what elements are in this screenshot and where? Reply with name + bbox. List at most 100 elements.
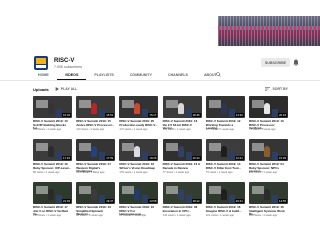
speaker-figure bbox=[48, 146, 54, 157]
video-thumbnail[interactable]: 17:59 bbox=[76, 139, 116, 161]
video-duration: 15:17 bbox=[148, 113, 158, 117]
tab-channels[interactable]: CHANNELS bbox=[160, 70, 196, 80]
video-card[interactable]: 20:18 RISC-V Summit 2019: 10 RISC-V Proce… bbox=[249, 96, 288, 139]
podium bbox=[185, 109, 192, 117]
video-card[interactable]: 21:03 RISC-V Summit 2019: 17 Job 3 on RIS… bbox=[33, 182, 72, 225]
video-meta: 136 views • 1 week ago bbox=[33, 214, 62, 217]
slide-screen bbox=[122, 186, 135, 194]
video-duration: 16:04 bbox=[62, 113, 71, 117]
search-icon[interactable] bbox=[216, 72, 221, 77]
video-title[interactable]: RISC-V Summit 2019: 20 Production-ready … bbox=[119, 119, 158, 127]
video-thumbnail[interactable]: 18:12 bbox=[162, 182, 202, 204]
banner-image bbox=[218, 16, 320, 46]
video-meta: 176 views • 1 week ago bbox=[119, 171, 148, 174]
video-thumbnail[interactable]: 19:26 bbox=[119, 139, 159, 161]
video-thumbnail[interactable]: 15:17 bbox=[119, 96, 159, 118]
video-card[interactable]: 16:51 RISC-V Summit 2019: 15 Andes RISC-V… bbox=[76, 96, 116, 139]
video-card[interactable]: 16:04 RISC-V Summit 2019: 10 SoC/IP Build… bbox=[33, 96, 72, 139]
video-thumbnail[interactable]: 16:04 bbox=[33, 96, 72, 118]
video-thumbnail[interactable]: 12:21 bbox=[205, 139, 245, 161]
video-thumbnail[interactable]: 20:18 bbox=[249, 96, 288, 118]
video-card[interactable]: 19:26 RISC-V Summit 2019: 16 SiFive's Vis… bbox=[119, 139, 159, 182]
video-duration: 17:59 bbox=[105, 156, 115, 160]
video-thumbnail[interactable]: 13:58 bbox=[119, 182, 159, 204]
play-all-button[interactable]: PLAY ALL bbox=[55, 87, 77, 91]
video-card[interactable]: 19:47 RISC-V Summit 2019: 10 Simplified S… bbox=[76, 182, 116, 225]
video-card[interactable]: 20:41 RISC-V Summit 2019: 16 Imagine RISC… bbox=[205, 182, 245, 225]
video-meta: 77 views • 1 week ago bbox=[162, 171, 190, 174]
video-thumbnail[interactable]: 16:44 bbox=[162, 139, 202, 161]
video-duration: 16:44 bbox=[191, 156, 201, 160]
slide-screen bbox=[36, 100, 48, 108]
video-card[interactable]: 16:44 RISC-V Summit 2019: 16 A Decade in … bbox=[162, 139, 202, 182]
video-title[interactable]: RISC-V Summit 2019: 16 A Decade in Revie… bbox=[163, 162, 202, 170]
video-title[interactable]: RISC-V Summit 2019: 06 Innovation in CPU… bbox=[163, 205, 202, 213]
video-duration: 17:22 bbox=[62, 156, 71, 160]
video-meta: 142 views • 1 week ago bbox=[162, 214, 191, 217]
video-card[interactable]: 15:17 RISC-V Summit 2019: 20 Production-r… bbox=[119, 96, 159, 139]
video-thumbnail[interactable]: 18:46 bbox=[162, 96, 202, 118]
video-title[interactable]: RISC-V Summit 2019: 16 SiFive's Vision R… bbox=[119, 162, 158, 170]
slide-screen bbox=[79, 100, 92, 108]
podium bbox=[228, 109, 235, 117]
channel-banner bbox=[0, 0, 320, 54]
video-duration: 13:58 bbox=[148, 199, 158, 203]
speaker-figure bbox=[220, 146, 227, 157]
video-thumbnail[interactable]: 19:47 bbox=[76, 182, 116, 204]
speaker-figure bbox=[134, 103, 141, 114]
video-card[interactable]: 17:59 RISC-V Summit 2019: 17 Western Digi… bbox=[76, 139, 116, 182]
speaker-figure bbox=[91, 103, 98, 114]
channel-header: RISC-V 7.90K subscribers bbox=[34, 55, 82, 71]
video-card[interactable]: 14:55 RISC-V Summit 2019: 16 Intelligent … bbox=[249, 182, 288, 225]
video-meta: 73 views • 1 week ago bbox=[205, 171, 233, 174]
video-thumbnail[interactable]: 17:22 bbox=[33, 139, 72, 161]
video-title[interactable]: RISC-V Summit 2019: 14 RISC-V Killer Env… bbox=[206, 162, 245, 170]
video-card[interactable]: 13:58 RISC-V Summit 2019: 10 RISC-V For H… bbox=[119, 182, 159, 225]
tab-videos[interactable]: VIDEOS bbox=[56, 70, 87, 80]
video-meta: 113 views • 1 week ago bbox=[76, 128, 105, 131]
podium bbox=[185, 195, 192, 203]
podium bbox=[228, 195, 235, 203]
tab-playlists[interactable]: PLAYLISTS bbox=[86, 70, 121, 80]
video-row: 21:03 RISC-V Summit 2019: 17 Job 3 on RIS… bbox=[33, 182, 288, 225]
video-thumbnail[interactable]: 20:41 bbox=[205, 182, 245, 204]
channel-name[interactable]: RISC-V bbox=[54, 58, 82, 64]
speaker-figure bbox=[264, 146, 270, 157]
speaker-figure bbox=[91, 189, 98, 200]
video-title[interactable]: RISC-V Summit 2019: 16 Imagine RISC-V & … bbox=[206, 205, 245, 213]
video-thumbnail[interactable]: 14:55 bbox=[249, 182, 288, 204]
speaker-figure bbox=[48, 189, 54, 200]
bell-icon[interactable] bbox=[293, 59, 299, 66]
video-card[interactable]: 17:22 RISC-V Summit 2019: 16 Ruby Spoison… bbox=[33, 139, 72, 182]
channel-logo[interactable] bbox=[34, 56, 48, 70]
sort-button[interactable]: SORT BY bbox=[265, 87, 288, 91]
speaker-figure bbox=[48, 103, 54, 114]
video-card[interactable]: 18:46 RISC-V Summit 2019: 16 the 2.0 64-b… bbox=[162, 96, 202, 139]
slide-screen bbox=[165, 143, 178, 151]
video-card[interactable]: 12:21 RISC-V Summit 2019: 14 RISC-V Kille… bbox=[205, 139, 245, 182]
speaker-figure bbox=[91, 146, 98, 157]
speaker-figure bbox=[177, 146, 184, 157]
section-title: Uploads bbox=[33, 86, 49, 92]
video-thumbnail[interactable]: 21:03 bbox=[33, 182, 72, 204]
uploads-header: Uploads PLAY ALL SORT BY bbox=[33, 86, 288, 92]
video-title[interactable]: RISC-V Summit 2019: 16 Ruby Spoison: IXP… bbox=[33, 162, 72, 170]
video-meta: 187 views • 1 week ago bbox=[205, 128, 234, 131]
video-thumbnail[interactable]: 16:51 bbox=[76, 96, 116, 118]
tab-community[interactable]: COMMUNITY bbox=[122, 70, 160, 80]
subscriber-count: 7.90K subscribers bbox=[54, 64, 83, 69]
video-duration: 18:46 bbox=[191, 113, 201, 117]
subscribe-button[interactable]: SUBSCRIBE bbox=[261, 58, 290, 67]
video-duration: 20:41 bbox=[234, 199, 244, 203]
video-thumbnail[interactable]: 15:09 bbox=[249, 139, 288, 161]
video-title[interactable]: RISC-V Summit 2019: 15 Andes RISC-V Proc… bbox=[76, 119, 115, 127]
video-thumbnail[interactable]: 14:30 bbox=[205, 96, 245, 118]
video-card[interactable]: 18:12 RISC-V Summit 2019: 06 Innovation i… bbox=[162, 182, 202, 225]
tab-home[interactable]: HOME bbox=[30, 70, 57, 80]
video-meta: 121 views • 1 week ago bbox=[205, 214, 234, 217]
video-meta: 122 views • 1 week ago bbox=[249, 171, 278, 174]
video-card[interactable]: 15:09 RISC-V Summit 2019: 04 Ruby Spoison… bbox=[249, 139, 288, 182]
slide-screen bbox=[122, 143, 135, 151]
video-card[interactable]: 14:30 RISC-V Summit 2019: 12 Working Towa… bbox=[205, 96, 245, 139]
speaker-figure bbox=[134, 146, 141, 157]
